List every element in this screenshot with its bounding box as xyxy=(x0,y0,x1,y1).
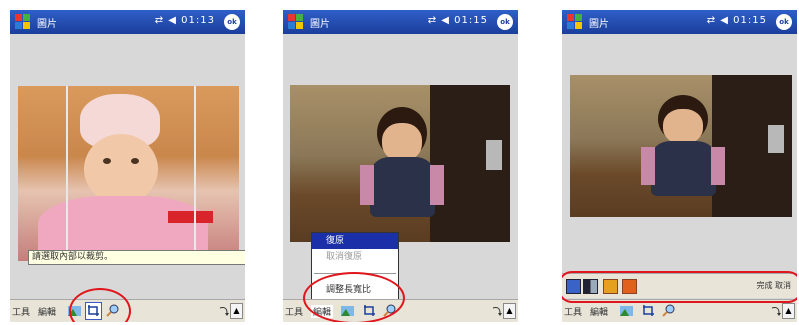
ok-button[interactable]: ok xyxy=(776,14,792,30)
app-title: 圖片 xyxy=(589,19,609,30)
title-bar: 圖片 ⇄ ◀ 01:15 ok xyxy=(283,10,518,34)
menu-edit[interactable]: 編輯 xyxy=(38,305,56,318)
toddler-photo[interactable] xyxy=(570,75,792,217)
start-menu-icon[interactable] xyxy=(15,14,31,30)
title-bar: 圖片 ⇄ ◀ 01:13 ok xyxy=(10,10,245,34)
start-menu-icon[interactable] xyxy=(567,14,583,30)
ok-button[interactable]: ok xyxy=(497,14,513,30)
status-indicators: ⇄ ◀ 01:13 xyxy=(154,15,215,26)
menu-item-undo[interactable]: 復原 xyxy=(312,233,398,249)
zoom-icon[interactable] xyxy=(662,304,675,317)
rotate-icon[interactable] xyxy=(769,304,782,317)
status-indicators: ⇄ ◀ 01:15 xyxy=(427,15,488,26)
rotate-icon[interactable] xyxy=(217,304,230,317)
crop-icon[interactable] xyxy=(642,304,655,317)
keyboard-toggle-icon[interactable]: ▲ xyxy=(503,303,516,319)
app-title: 圖片 xyxy=(310,19,330,30)
start-menu-icon[interactable] xyxy=(288,14,304,30)
menu-item-redo[interactable]: 取消復原 xyxy=(312,249,398,265)
app-title: 圖片 xyxy=(37,19,57,30)
rotate-icon[interactable] xyxy=(490,304,503,317)
menu-tools[interactable]: 工具 xyxy=(285,305,303,318)
keyboard-toggle-icon[interactable]: ▲ xyxy=(782,303,795,319)
image-icon[interactable] xyxy=(620,304,633,317)
highlight-circle xyxy=(69,288,131,322)
menu-edit[interactable]: 編輯 xyxy=(590,305,608,318)
ok-button[interactable]: ok xyxy=(224,14,240,30)
menu-tools[interactable]: 工具 xyxy=(12,305,30,318)
screen-picture-toolbar: 圖片 ⇄ ◀ 01:15 ok 完成 取消 工具 編輯 ▲ xyxy=(562,10,797,322)
menu-tools[interactable]: 工具 xyxy=(564,305,582,318)
baby-photo[interactable] xyxy=(18,86,239,261)
toddler-photo[interactable] xyxy=(290,85,510,242)
highlight-outline xyxy=(562,271,797,303)
highlight-circle xyxy=(303,272,405,322)
screen-crop: 圖片 ⇄ ◀ 01:13 ok 請選取內部以裁剪。 工具 編輯 ▲ xyxy=(10,10,245,322)
status-indicators: ⇄ ◀ 01:15 xyxy=(706,15,767,26)
keyboard-toggle-icon[interactable]: ▲ xyxy=(230,303,243,319)
screen-edit-menu: 圖片 ⇄ ◀ 01:15 ok 復原 取消復原 調整長寬比 工具 編輯 ▲ xyxy=(283,10,518,322)
title-bar: 圖片 ⇄ ◀ 01:15 ok xyxy=(562,10,797,34)
crop-tooltip: 請選取內部以裁剪。 xyxy=(28,250,245,265)
